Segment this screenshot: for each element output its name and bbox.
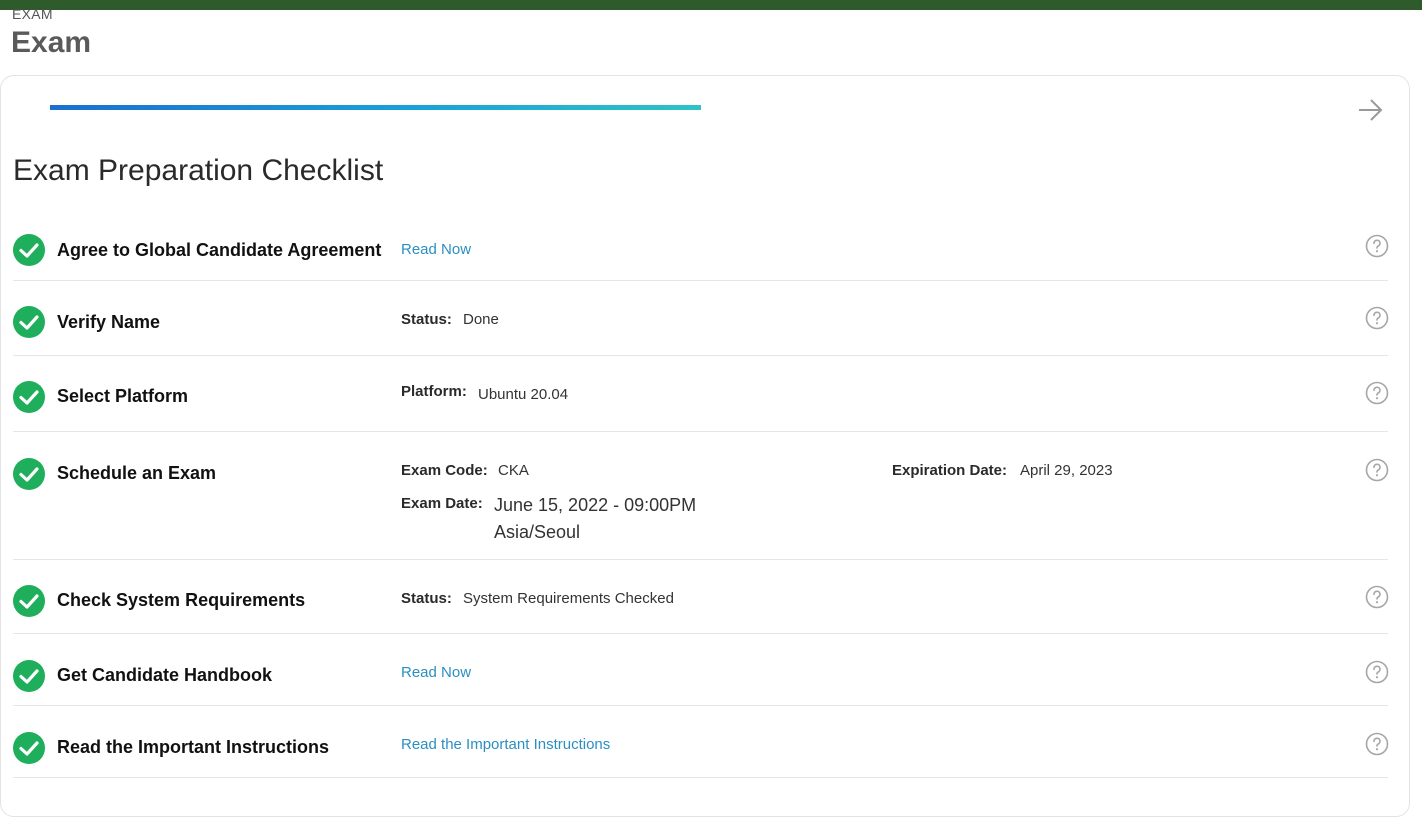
- top-bar: [0, 0, 1422, 10]
- question-circle-icon[interactable]: [1365, 306, 1389, 330]
- expiration-date-value: April 29, 2023: [1020, 462, 1113, 479]
- item-label: Agree to Global Candidate Agreement: [57, 240, 382, 260]
- check-circle-icon: [13, 660, 45, 692]
- checklist-row-important-instructions: Read the Important Instructions Read the…: [13, 706, 1389, 778]
- checklist-row-verify-name: Verify Name Status: Done: [13, 281, 1389, 356]
- status-value: Done: [463, 311, 499, 328]
- platform-key: Platform:: [401, 383, 467, 400]
- checklist-title: Exam Preparation Checklist: [13, 154, 384, 187]
- status-value: System Requirements Checked: [463, 590, 674, 607]
- check-circle-icon: [13, 306, 45, 338]
- status-key: Status:: [401, 311, 452, 328]
- check-circle-icon: [13, 381, 45, 413]
- checklist-row-agreement: Agree to Global Candidate Agreement Read…: [13, 220, 1389, 281]
- read-now-link[interactable]: Read Now: [401, 664, 471, 681]
- check-circle-icon: [13, 732, 45, 764]
- question-circle-icon[interactable]: [1365, 585, 1389, 609]
- question-circle-icon[interactable]: [1365, 458, 1389, 482]
- checklist-row-schedule-exam: Schedule an Exam Exam Code: CKA Expirati…: [13, 432, 1389, 560]
- exam-timezone-value: Asia/Seoul: [494, 522, 581, 542]
- exam-date-key: Exam Date:: [401, 495, 483, 512]
- page-title: Exam: [11, 26, 92, 59]
- platform-value: Ubuntu 20.04: [478, 386, 569, 403]
- exam-date-value: June 15, 2022 - 09:00PM: [494, 495, 697, 515]
- status-key: Status:: [401, 590, 452, 607]
- check-circle-icon: [13, 234, 45, 266]
- question-circle-icon[interactable]: [1365, 234, 1389, 258]
- arrow-right-icon[interactable]: [1356, 96, 1384, 124]
- item-label: Get Candidate Handbook: [57, 665, 273, 685]
- question-circle-icon[interactable]: [1365, 732, 1389, 756]
- checklist-row-candidate-handbook: Get Candidate Handbook Read Now: [13, 634, 1389, 706]
- page-eyebrow: EXAM: [12, 6, 53, 22]
- checklist-row-select-platform: Select Platform Platform: Ubuntu 20.04: [13, 356, 1389, 432]
- item-label: Verify Name: [57, 312, 161, 332]
- question-circle-icon[interactable]: [1365, 660, 1389, 684]
- item-label: Check System Requirements: [57, 590, 306, 610]
- item-label: Select Platform: [57, 386, 189, 406]
- read-now-link[interactable]: Read Now: [401, 241, 471, 258]
- check-circle-icon: [13, 585, 45, 617]
- check-circle-icon: [13, 458, 45, 490]
- expiration-date-key: Expiration Date:: [892, 462, 1008, 479]
- item-label: Read the Important Instructions: [57, 737, 330, 757]
- item-label: Schedule an Exam: [57, 463, 217, 483]
- question-circle-icon[interactable]: [1365, 381, 1389, 405]
- progress-bar: [50, 105, 701, 110]
- checklist-row-system-requirements: Check System Requirements Status: System…: [13, 560, 1389, 634]
- exam-code-key: Exam Code:: [401, 462, 488, 479]
- exam-code-value: CKA: [498, 462, 529, 479]
- important-instructions-link[interactable]: Read the Important Instructions: [401, 736, 610, 753]
